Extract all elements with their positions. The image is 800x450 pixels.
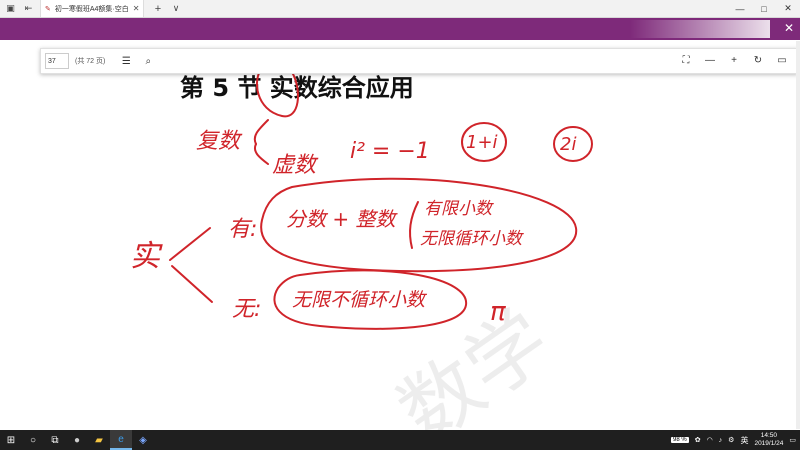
complex-brace-bottom [254, 143, 269, 165]
vertical-scrollbar[interactable] [796, 41, 800, 429]
hw-i-squared: i² = −1 [350, 139, 430, 164]
hw-imaginary: 虚数 [272, 153, 319, 178]
minimize-button[interactable]: — [728, 0, 752, 17]
hw-repeating-decimal: 无限循环小数 [420, 229, 524, 249]
hw-real: 实 [130, 239, 163, 274]
tray-app-icon[interactable]: ✿ [695, 436, 701, 444]
page-svg: 数学 第 5 节 实数综合应用 复数 虚数 i² = −1 1+i 2i 实 有… [130, 67, 593, 430]
rotate-icon[interactable]: ↻ [749, 51, 767, 69]
search-icon[interactable]: ⌕ [139, 52, 157, 70]
settings-icon[interactable]: ⚙ [728, 436, 734, 444]
maximize-button[interactable]: □ [752, 0, 776, 17]
pdf-toolbar: 37 (共 72 页) ☰ ⌕ ⛶ — + ↻ ▭ [40, 48, 798, 74]
page-number-input[interactable]: 37 [45, 53, 69, 69]
app-icon-2[interactable]: ◈ [132, 430, 154, 450]
notification-icon[interactable]: ▭ [789, 436, 796, 444]
app-icon-1[interactable]: ● [66, 430, 88, 450]
real-branch-top [169, 227, 211, 261]
page-total: (共 72 页) [75, 58, 106, 65]
list-icon[interactable]: ☰ [117, 52, 135, 70]
bar-close-icon[interactable]: ✕ [784, 21, 794, 35]
zoom-in-button[interactable]: + [725, 51, 743, 69]
ime-indicator[interactable]: 英 [740, 435, 748, 446]
document-page: 数学 第 5 节 实数综合应用 复数 虚数 i² = −1 1+i 2i 实 有… [0, 40, 800, 430]
tab-document[interactable]: ✎ 初一寒假班A4额集·空白 ✕ [40, 0, 145, 17]
notification-bar: ✕ [0, 18, 800, 40]
real-branch-bottom [171, 265, 213, 303]
tab-title: 初一寒假班A4额集·空白 [54, 5, 129, 13]
windows-start-icon[interactable]: ⊞ [0, 430, 22, 450]
clock[interactable]: 14:50 2019/1/24 [754, 432, 783, 448]
clock-date: 2019/1/24 [754, 440, 784, 447]
complex-brace-top [253, 119, 269, 145]
tab-close-icon[interactable]: ✕ [133, 4, 140, 13]
pdf-icon: ✎ [45, 5, 51, 13]
hw-have: 有: [228, 217, 257, 242]
hw-complex: 复数 [196, 129, 243, 154]
back-tabs-icon[interactable]: ⇤ [21, 1, 36, 16]
hw-pi: π [490, 297, 506, 327]
two-page-icon[interactable]: ▭ [773, 51, 791, 69]
title-bar: ▣ ⇤ ✎ 初一寒假班A4额集·空白 ✕ + ∨ — □ ✕ [0, 0, 800, 18]
wifi-icon[interactable]: ◠ [707, 436, 713, 444]
task-view-icon[interactable]: ⧉ [44, 430, 66, 450]
battery-indicator[interactable]: 98 % [671, 437, 689, 443]
clock-time: 14:50 [760, 432, 778, 439]
file-explorer-icon[interactable]: ▰ [88, 430, 110, 450]
hw-example-2: 2i [560, 134, 576, 155]
rational-brace [409, 201, 419, 249]
hw-fraction: 分数 + 整数 [286, 207, 398, 231]
hw-irrational: 无限不循环小数 [292, 289, 428, 311]
new-tab-button[interactable]: + [150, 1, 165, 16]
tab-dropdown-icon[interactable]: ∨ [168, 1, 183, 16]
close-window-button[interactable]: ✕ [776, 0, 800, 17]
edge-browser-icon[interactable]: e [110, 430, 132, 450]
hw-example-1: 1+i [466, 132, 498, 153]
taskbar: ⊞ ○ ⧉ ● ▰ e ◈ 98 % ✿ ◠ ♪ ⚙ 英 14:50 2019/… [0, 430, 800, 450]
tab-manager-icon[interactable]: ▣ [3, 1, 18, 16]
volume-icon[interactable]: ♪ [719, 437, 723, 444]
bar-fade [630, 20, 770, 38]
cortana-icon[interactable]: ○ [22, 430, 44, 450]
fit-page-icon[interactable]: ⛶ [677, 51, 695, 69]
zoom-out-button[interactable]: — [701, 51, 719, 69]
watermark: 数学 [382, 293, 566, 430]
hw-none: 无: [232, 297, 261, 322]
hw-finite-decimal: 有限小数 [424, 199, 494, 219]
system-tray: 98 % ✿ ◠ ♪ ⚙ 英 14:50 2019/1/24 ▭ [671, 430, 796, 450]
